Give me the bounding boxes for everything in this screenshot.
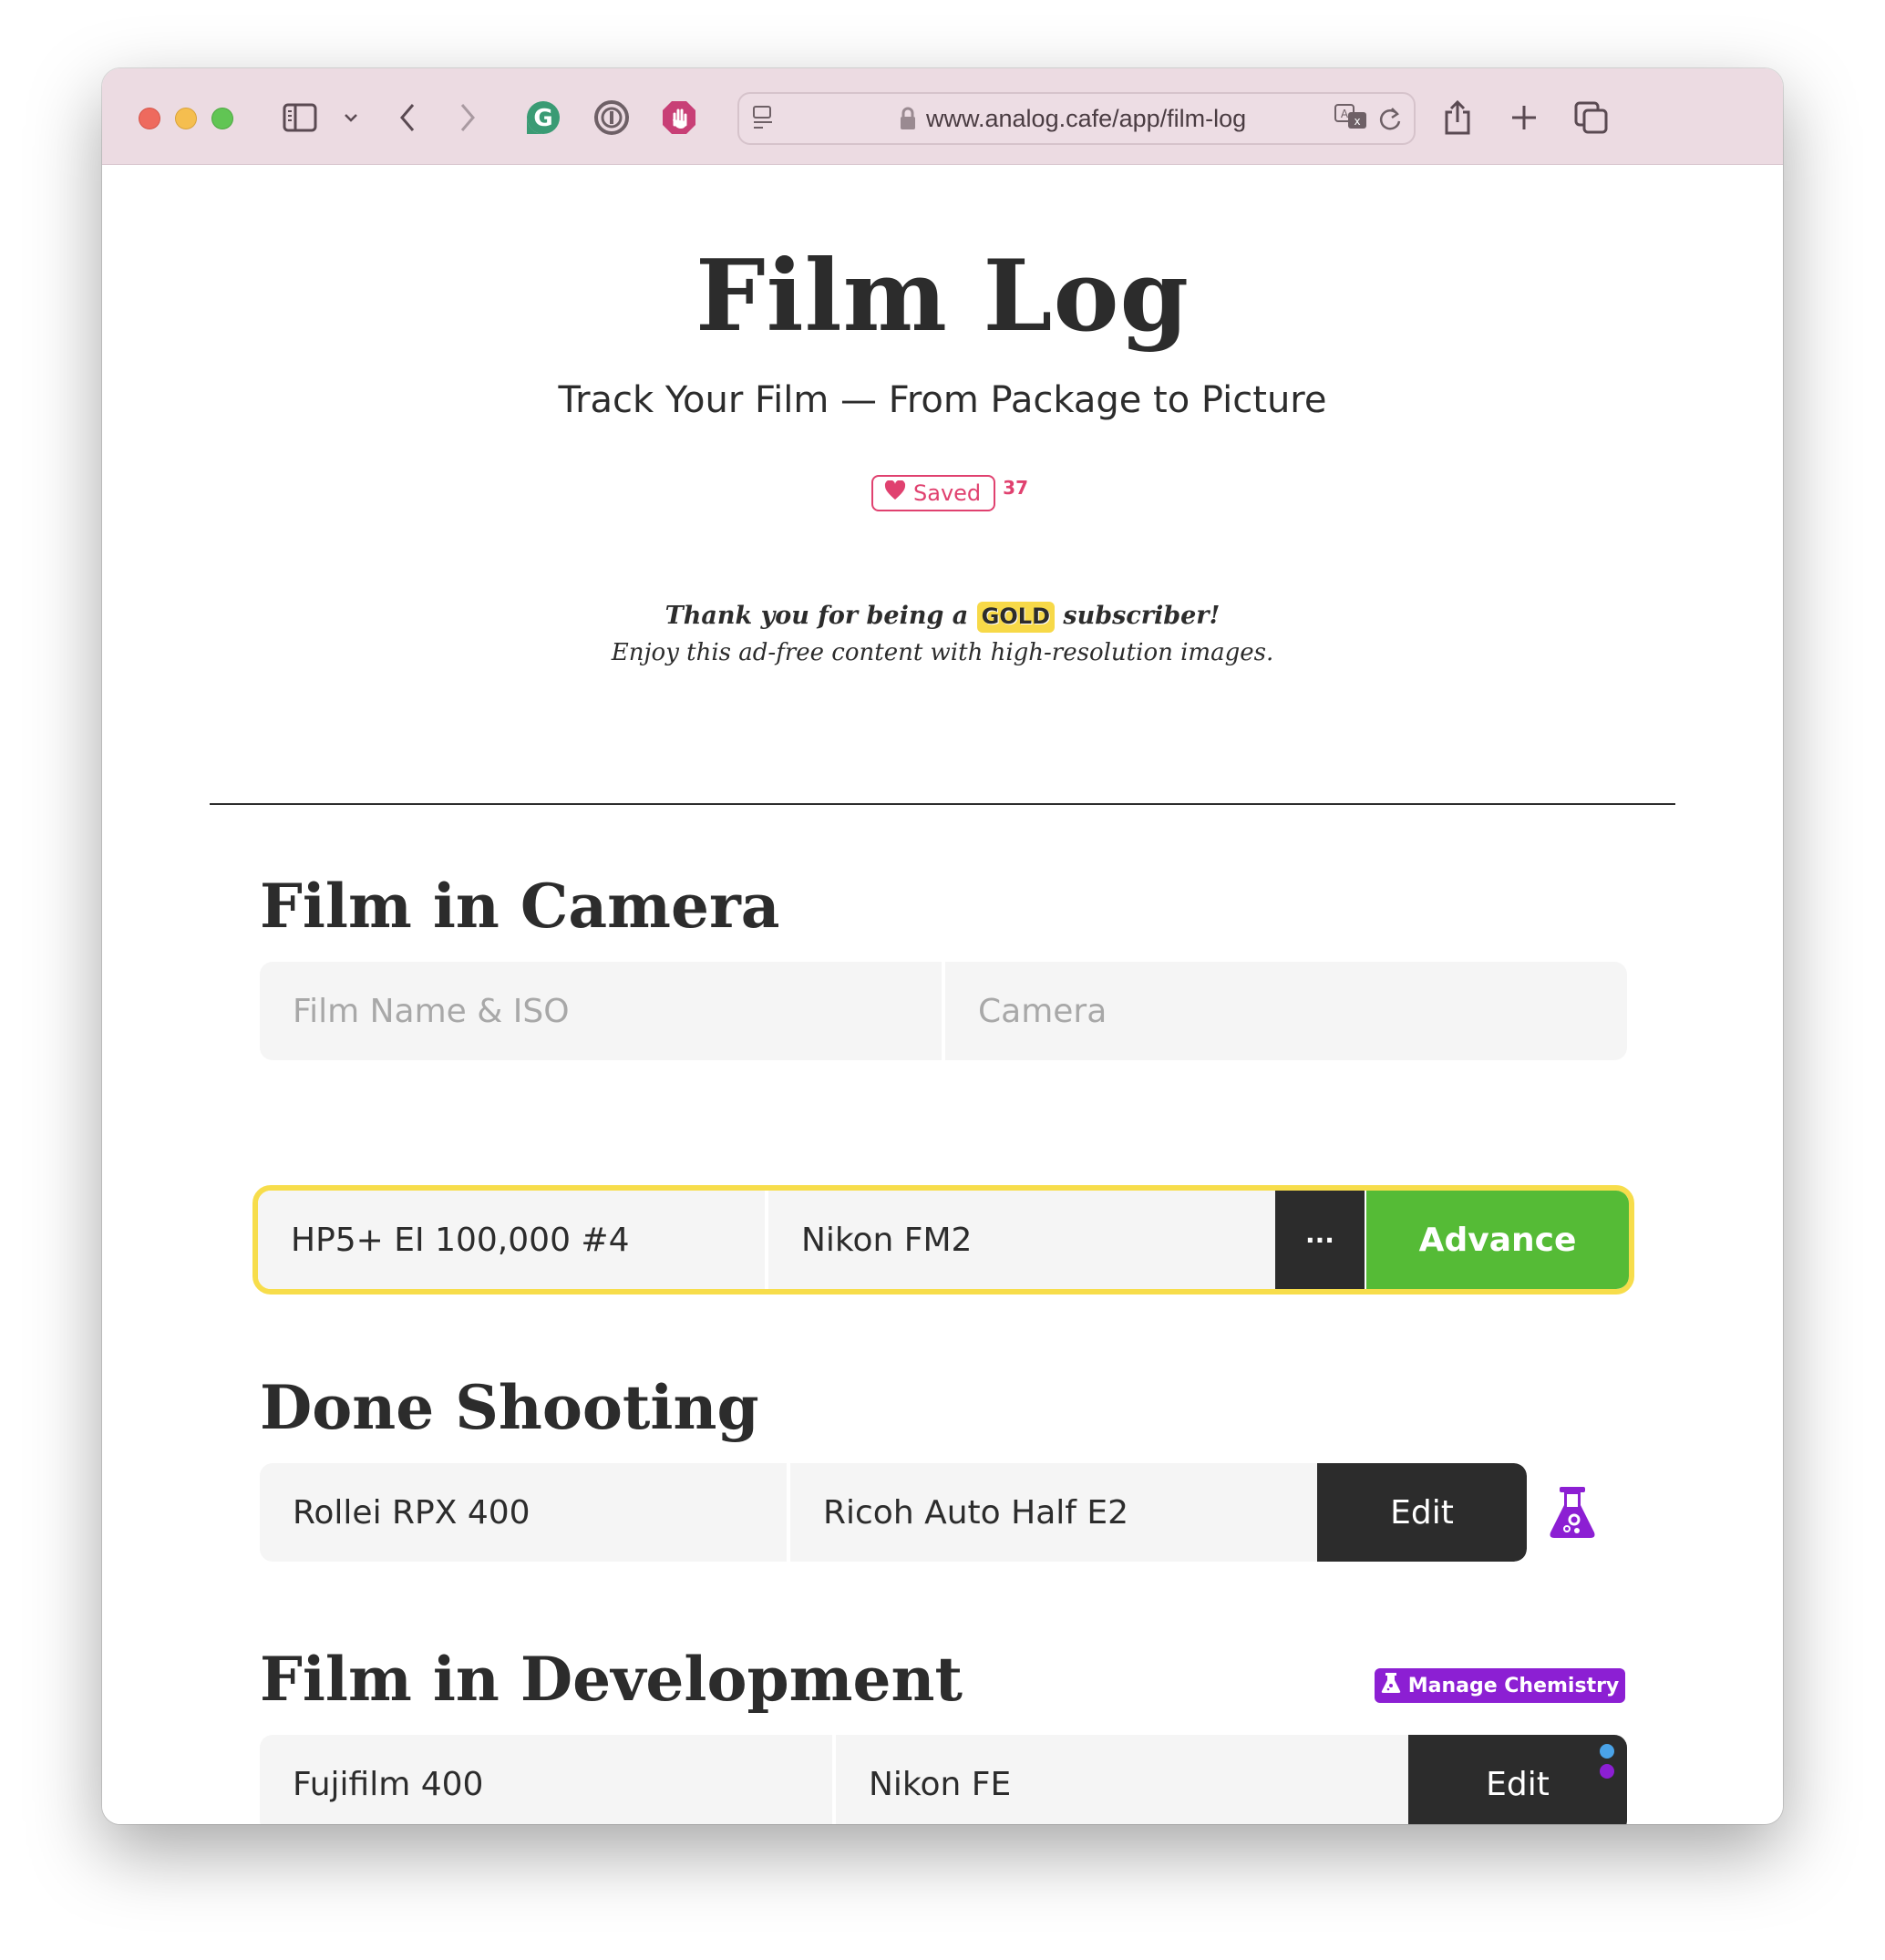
adblock-icon[interactable]	[660, 96, 698, 139]
grammarly-icon[interactable]: G	[524, 96, 562, 139]
development-camera-name[interactable]: Nikon FE	[836, 1735, 1408, 1824]
url-text[interactable]: www.analog.cafe/app/film-log	[926, 105, 1246, 133]
thanks-prefix: Thank you for being a	[664, 602, 969, 630]
close-window-button[interactable]	[139, 108, 160, 129]
tabs-overview-icon[interactable]	[1571, 96, 1612, 139]
done-shooting-row: Rollei RPX 400 Ricoh Auto Half E2 Edit	[260, 1463, 1527, 1562]
lock-icon	[899, 106, 917, 135]
back-icon[interactable]	[394, 96, 421, 139]
more-options-button[interactable]: ···	[1275, 1191, 1365, 1289]
active-film-row: HP5+ EI 100,000 #4 Nikon FM2 ··· Advance	[252, 1185, 1634, 1295]
svg-text:G: G	[533, 105, 552, 132]
sidebar-icon[interactable]	[280, 96, 320, 139]
page-title: Film Log	[695, 239, 1190, 354]
done-camera-name[interactable]: Ricoh Auto Half E2	[790, 1463, 1317, 1562]
browser-window: G www.analog.cafe/app/film-log Ax Film L…	[102, 68, 1783, 1824]
saved-count: 37	[1003, 477, 1028, 499]
development-film-name[interactable]: Fujifilm 400	[260, 1735, 832, 1824]
done-film-name[interactable]: Rollei RPX 400	[260, 1463, 787, 1562]
film-in-camera-heading: Film in Camera	[260, 871, 780, 942]
minimize-window-button[interactable]	[175, 108, 197, 129]
1password-icon[interactable]	[592, 96, 631, 139]
page-subtitle: Track Your Film — From Package to Pictur…	[558, 379, 1327, 421]
film-name-input[interactable]: Film Name & ISO	[260, 962, 942, 1060]
done-edit-button[interactable]: Edit	[1317, 1463, 1527, 1562]
page-content: Film Log Track Your Film — From Package …	[102, 165, 1783, 1824]
advance-button[interactable]: Advance	[1366, 1191, 1629, 1289]
saved-button[interactable]: Saved	[871, 475, 996, 511]
new-tab-icon[interactable]	[1506, 96, 1542, 139]
film-in-development-heading: Film in Development	[260, 1644, 963, 1715]
reader-icon[interactable]	[752, 105, 774, 136]
status-dot-blue	[1600, 1744, 1614, 1759]
status-dot-purple	[1600, 1764, 1614, 1779]
saved-widget: Saved 37	[871, 475, 1028, 511]
share-icon[interactable]	[1439, 96, 1476, 139]
heart-icon	[884, 480, 906, 506]
development-row: Fujifilm 400 Nikon FE Edit	[260, 1735, 1627, 1824]
subscriber-thanks: Thank you for being a GOLD subscriber!	[102, 599, 1783, 634]
svg-text:A: A	[1341, 108, 1349, 120]
translate-icon[interactable]: Ax	[1334, 103, 1370, 136]
manage-chemistry-label: Manage Chemistry	[1407, 1674, 1620, 1697]
gold-badge: GOLD	[976, 602, 1055, 633]
chevron-down-icon[interactable]	[337, 96, 365, 139]
done-shooting-heading: Done Shooting	[260, 1372, 759, 1443]
manage-chemistry-button[interactable]: Manage Chemistry	[1375, 1668, 1625, 1703]
reload-icon[interactable]	[1377, 105, 1403, 136]
address-bar[interactable]: www.analog.cafe/app/film-log Ax	[737, 92, 1416, 145]
saved-label: Saved	[913, 480, 982, 506]
new-film-form: Film Name & ISO Camera	[260, 962, 1627, 1060]
development-edit-label: Edit	[1486, 1765, 1550, 1803]
development-edit-button[interactable]: Edit	[1408, 1735, 1627, 1824]
svg-text:x: x	[1354, 115, 1360, 128]
camera-input[interactable]: Camera	[945, 962, 1627, 1060]
thanks-suffix: subscriber!	[1063, 602, 1221, 630]
subscriber-message: Enjoy this ad-free content with high-res…	[611, 639, 1274, 666]
browser-toolbar: G www.analog.cafe/app/film-log Ax	[102, 68, 1783, 165]
active-film-name[interactable]: HP5+ EI 100,000 #4	[258, 1191, 765, 1289]
zoom-window-button[interactable]	[211, 108, 233, 129]
flask-icon	[1381, 1672, 1401, 1699]
divider	[210, 803, 1675, 805]
active-camera-name[interactable]: Nikon FM2	[768, 1191, 1275, 1289]
flask-icon[interactable]	[1547, 1485, 1598, 1543]
forward-icon[interactable]	[454, 96, 481, 139]
